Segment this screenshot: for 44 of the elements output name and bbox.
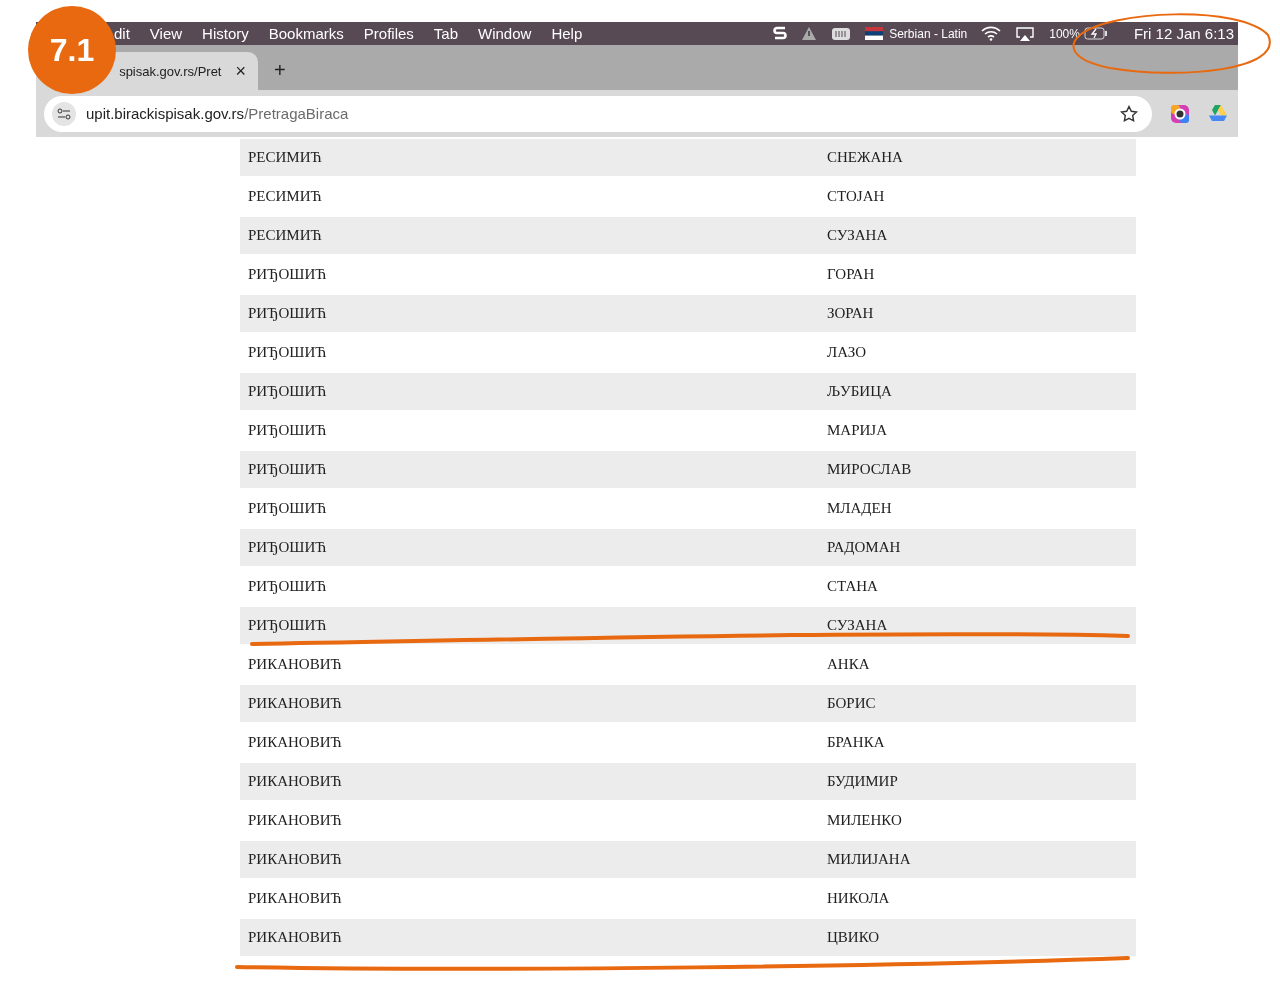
menu-item[interactable]: Bookmarks [268, 25, 344, 42]
surname-cell: РИКАНОВИЋ [240, 762, 819, 801]
menu-item[interactable]: Window [478, 25, 532, 42]
wifi-icon[interactable] [981, 26, 1002, 41]
menu-item[interactable]: View [149, 25, 183, 42]
menu-item[interactable]: Help [551, 25, 583, 42]
name-cell: ЉУБИЦА [819, 372, 1136, 411]
name-cell: ЗОРАН [819, 294, 1136, 333]
name-cell: БУДИМИР [819, 762, 1136, 801]
name-cell: ЦВИКО [819, 918, 1136, 956]
airplay-icon[interactable] [1015, 25, 1036, 42]
menu-bar-clock[interactable]: Fri 12 Jan 6:13 [1133, 25, 1234, 42]
surname-cell: РЕСИМИЋ [240, 216, 819, 255]
menu-item[interactable]: Profiles [363, 25, 414, 42]
address-bar[interactable]: upit.birackispisak.gov.rs/PretragaBiraca [44, 95, 1152, 132]
surname-cell: РИЂОШИЋ [240, 450, 819, 489]
flag-icon[interactable] [865, 27, 884, 40]
name-cell: МИЛИЈАНА [819, 840, 1136, 879]
battery-icon[interactable] [1083, 27, 1108, 40]
menu-item[interactable]: History [202, 25, 249, 42]
name-cell: СНЕЖАНА [819, 138, 1136, 177]
s-logo-icon[interactable] [773, 25, 788, 42]
menu-item[interactable]: dit [114, 25, 130, 42]
surname-cell: РИЂОШИЋ [240, 294, 819, 333]
camera-extension-icon[interactable] [1170, 103, 1190, 124]
triangle-icon[interactable] [801, 25, 818, 42]
menu-item[interactable]: Tab [433, 25, 458, 42]
name-cell: РАДОМАН [819, 528, 1136, 567]
site-settings-icon[interactable] [52, 101, 76, 126]
surname-cell: РЕСИМИЋ [240, 138, 819, 177]
surname-cell: РИЂОШИЋ [240, 372, 819, 411]
new-tab-button[interactable]: + [274, 59, 286, 82]
surname-cell: РИКАНОВИЋ [240, 840, 819, 879]
keyboard-icon[interactable] [831, 26, 852, 41]
surname-cell: РИКАНОВИЋ [240, 684, 819, 723]
name-cell: БОРИС [819, 684, 1136, 723]
battery-percent[interactable]: 100% [1049, 26, 1080, 41]
close-icon[interactable]: × [235, 60, 246, 82]
name-cell: СУЗАНА [819, 216, 1136, 255]
name-cell: МИРОСЛАВ [819, 450, 1136, 489]
star-icon[interactable] [1120, 104, 1138, 123]
input-source[interactable]: Serbian - Latin [889, 26, 968, 41]
surname-cell: РИКАНОВИЋ [240, 918, 819, 956]
surname-cell: РИЂОШИЋ [240, 528, 819, 567]
